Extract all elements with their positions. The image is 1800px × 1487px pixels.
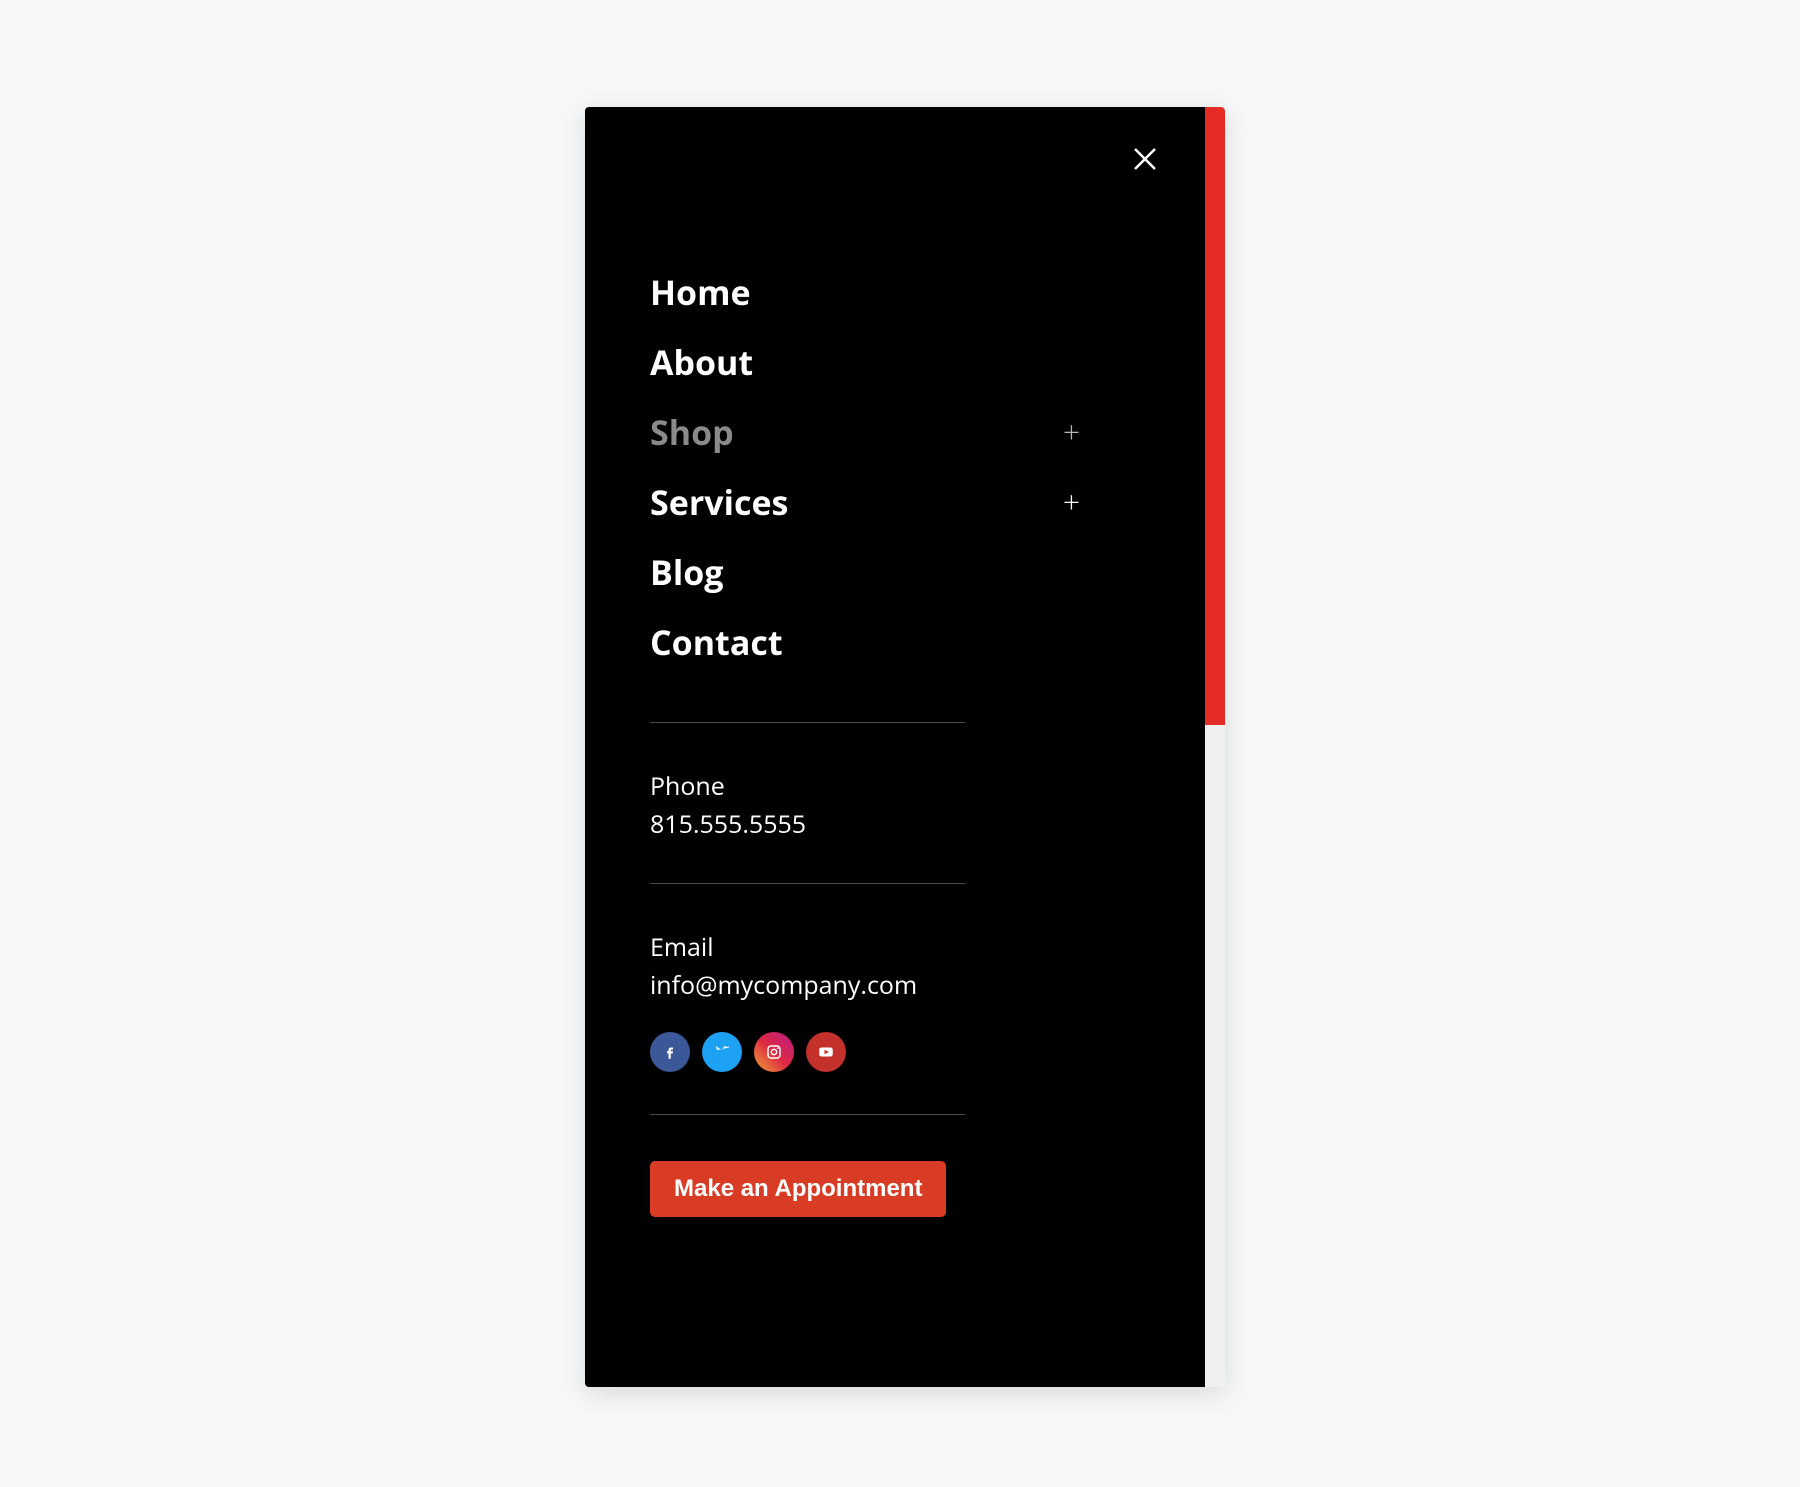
nav-item-home[interactable]: Home <box>650 257 1080 327</box>
email-label: Email <box>650 929 1140 967</box>
youtube-link[interactable] <box>806 1032 846 1072</box>
plus-icon[interactable]: + <box>1063 417 1080 447</box>
instagram-icon <box>765 1043 783 1061</box>
mobile-frame: Home About Shop + Services + Blog Contac… <box>585 107 1225 1387</box>
phone-block: Phone 815.555.5555 <box>650 723 1140 883</box>
phone-value[interactable]: 815.555.5555 <box>650 806 1140 844</box>
nav-item-about[interactable]: About <box>650 327 1080 397</box>
nav-item-shop[interactable]: Shop + <box>650 397 1080 467</box>
plus-icon[interactable]: + <box>1063 487 1080 517</box>
instagram-link[interactable] <box>754 1032 794 1072</box>
facebook-icon <box>661 1043 679 1061</box>
phone-label: Phone <box>650 768 1140 806</box>
email-block: Email info@mycompany.com <box>650 884 1140 1004</box>
email-value[interactable]: info@mycompany.com <box>650 967 1140 1005</box>
nav-item-blog[interactable]: Blog <box>650 537 1080 607</box>
nav-label: Home <box>650 269 751 315</box>
nav-label: Contact <box>650 619 783 665</box>
menu-panel: Home About Shop + Services + Blog Contac… <box>585 107 1205 1387</box>
divider <box>650 1114 965 1115</box>
youtube-icon <box>817 1043 835 1061</box>
nav-label: Services <box>650 479 788 525</box>
nav-label: Blog <box>650 549 723 595</box>
nav-item-services[interactable]: Services + <box>650 467 1080 537</box>
main-nav: Home About Shop + Services + Blog Contac… <box>650 257 1140 677</box>
contact-section: Phone 815.555.5555 Email info@mycompany.… <box>650 677 1140 1217</box>
nav-item-contact[interactable]: Contact <box>650 607 1080 677</box>
close-icon <box>1132 146 1158 172</box>
facebook-link[interactable] <box>650 1032 690 1072</box>
make-appointment-button[interactable]: Make an Appointment <box>650 1161 946 1217</box>
close-button[interactable] <box>1127 141 1163 177</box>
social-row <box>650 1032 1140 1072</box>
twitter-link[interactable] <box>702 1032 742 1072</box>
twitter-icon <box>713 1043 731 1061</box>
nav-label: Shop <box>650 409 734 455</box>
scrollbar-track[interactable] <box>1205 107 1225 1387</box>
nav-label: About <box>650 339 753 385</box>
scrollbar-thumb[interactable] <box>1205 107 1225 725</box>
